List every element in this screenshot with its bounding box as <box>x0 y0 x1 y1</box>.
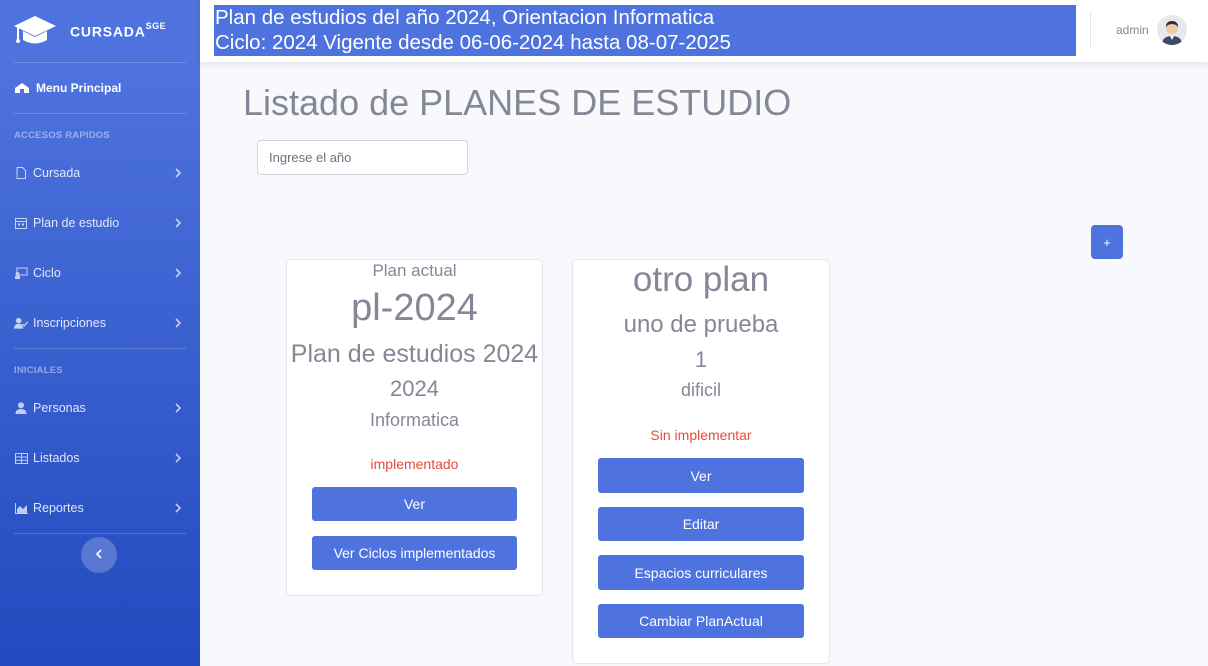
sidebar-item-label: Ciclo <box>33 266 61 280</box>
plan-orientation: dificil <box>680 380 721 400</box>
calendar-icon <box>14 216 28 230</box>
sidebar-item-reportes[interactable]: Reportes <box>0 483 200 533</box>
sidebar-item-label: Plan de estudio <box>33 216 120 230</box>
sidebar-item-inscripciones[interactable]: Inscripciones <box>0 298 200 348</box>
brand-name: CURSADASGE <box>70 20 167 40</box>
plan-line-1: Plan de estudios del año 2024, Orientaci… <box>215 6 715 29</box>
file-icon <box>14 166 28 180</box>
brand-sup: SGE <box>145 20 167 31</box>
topbar-divider <box>1090 12 1091 48</box>
sidebar-item-ciclo[interactable]: Ciclo <box>0 248 200 298</box>
plan-card: Plan actual pl-2024 Plan de estudios 202… <box>286 259 543 596</box>
chevron-right-icon <box>174 403 184 413</box>
chart-area-icon <box>14 501 28 515</box>
current-plan-banner: Plan de estudios del año 2024, Orientaci… <box>214 5 1076 56</box>
plan-year: 2024 <box>390 376 439 401</box>
sidebar-item-cursada[interactable]: Cursada <box>0 148 200 198</box>
sidebar-divider <box>14 533 186 534</box>
graduation-cap-icon <box>12 13 58 49</box>
chevron-right-icon <box>174 318 184 328</box>
sidebar-item-label: Cursada <box>33 166 81 180</box>
sidebar-heading-iniciales: INICIALES <box>14 365 63 376</box>
brand[interactable]: CURSADASGE <box>0 0 200 62</box>
plan-badge: Plan actual <box>372 261 457 280</box>
add-plan-button[interactable]: + <box>1091 225 1123 259</box>
cambiar-plan-actual-button[interactable]: Cambiar PlanActual <box>598 604 804 638</box>
sidebar-item-menu-principal[interactable]: Menu Principal <box>0 63 200 113</box>
chevron-right-icon <box>174 168 184 178</box>
espacios-curriculares-button[interactable]: Espacios curriculares <box>598 555 804 590</box>
ver-button[interactable]: Ver <box>598 458 804 493</box>
plan-name: uno de prueba <box>623 311 779 338</box>
chevron-right-icon <box>174 503 184 513</box>
username: admin <box>1116 23 1149 37</box>
table-icon <box>14 451 28 465</box>
chevron-right-icon <box>174 453 184 463</box>
year-search-input[interactable] <box>257 140 468 175</box>
plan-code: otro plan <box>632 260 770 299</box>
plan-code: pl-2024 <box>351 287 478 329</box>
sidebar-item-label: Personas <box>33 401 86 415</box>
ver-button[interactable]: Ver <box>312 487 517 521</box>
ciclo-icon <box>14 266 28 280</box>
sidebar-heading-accesos: ACCESOS RAPIDOS <box>14 130 110 141</box>
status-badge: Sin implementar <box>650 427 752 443</box>
chevron-right-icon <box>174 268 184 278</box>
user-check-icon <box>14 316 28 330</box>
plan-name: Plan de estudios 2024 <box>290 340 539 368</box>
sidebar-item-label: Listados <box>33 451 80 465</box>
menu-principal-label: Menu Principal <box>36 81 122 95</box>
sidebar-item-personas[interactable]: Personas <box>0 383 200 433</box>
page-title: Listado de PLANES DE ESTUDIO <box>243 82 792 123</box>
sidebar-item-label: Inscripciones <box>33 316 106 330</box>
plan-card: otro plan uno de prueba 1 dificil Sin im… <box>572 259 830 664</box>
chevron-right-icon <box>174 218 184 228</box>
avatar <box>1156 15 1187 45</box>
ver-ciclos-button[interactable]: Ver Ciclos implementados <box>312 536 517 570</box>
editar-button[interactable]: Editar <box>598 507 804 541</box>
sidebar-item-listados[interactable]: Listados <box>0 433 200 483</box>
chevron-left-icon <box>95 546 103 564</box>
sidebar-item-plan-de-estudio[interactable]: Plan de estudio <box>0 198 200 248</box>
plan-year: 1 <box>694 347 708 372</box>
home-icon <box>14 82 30 94</box>
status-badge: implementado <box>370 456 459 472</box>
sidebar-toggle-button[interactable] <box>81 537 117 573</box>
plan-orientation: Informatica <box>369 410 460 430</box>
brand-text: CURSADA <box>70 23 146 40</box>
plan-line-2: Ciclo: 2024 Vigente desde 06-06-2024 has… <box>215 31 731 54</box>
sidebar: CURSADASGE Menu Principal ACCESOS RAPIDO… <box>0 0 200 666</box>
sidebar-item-label: Reportes <box>33 501 84 515</box>
topbar: Plan de estudios del año 2024, Orientaci… <box>200 0 1208 62</box>
user-menu[interactable]: admin <box>1116 14 1187 46</box>
user-tie-icon <box>14 401 28 415</box>
